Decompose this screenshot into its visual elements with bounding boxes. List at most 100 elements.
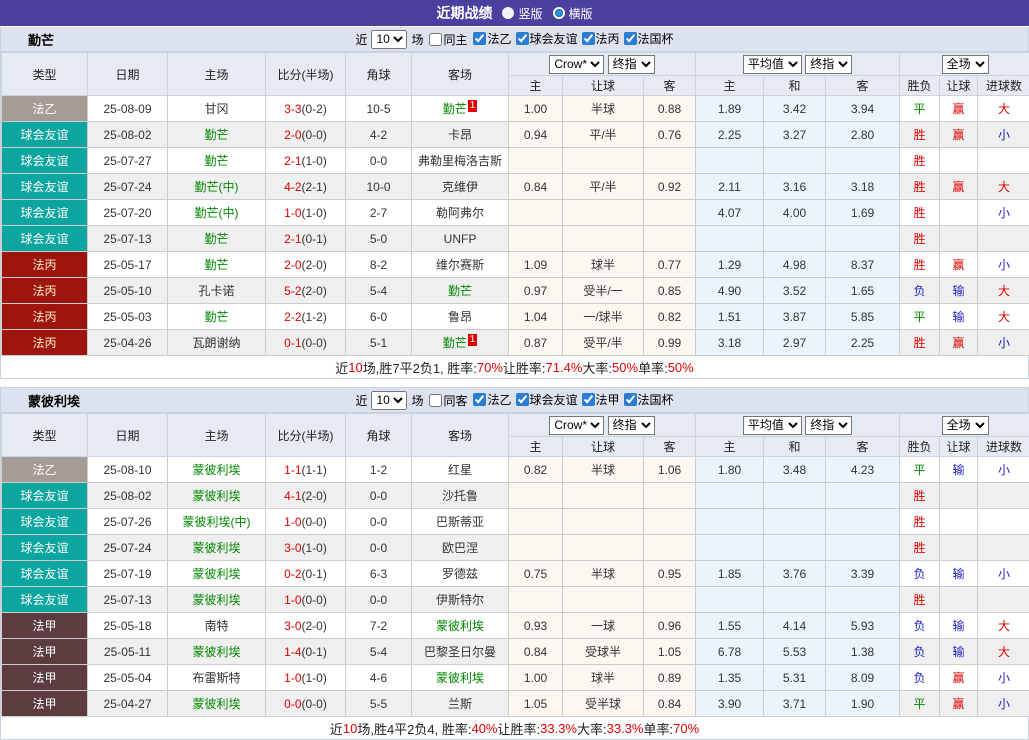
home-team-cell[interactable]: 蒙彼利埃: [168, 535, 266, 561]
league-filter[interactable]: 法甲: [578, 391, 620, 408]
league-filter[interactable]: 法国杯: [620, 391, 674, 408]
home-team-cell[interactable]: 勤芒: [168, 148, 266, 174]
away-team-cell[interactable]: 勤芒1: [412, 96, 509, 122]
home-team-cell[interactable]: 蒙彼利埃: [168, 691, 266, 717]
home-team-cell[interactable]: 布雷斯特: [168, 665, 266, 691]
league-filter[interactable]: 球会友谊: [512, 30, 578, 47]
away-team-cell[interactable]: 巴黎圣日尔曼: [412, 639, 509, 665]
away-team-cell[interactable]: 卡昂: [412, 122, 509, 148]
home-team-cell[interactable]: 孔卡诺: [168, 278, 266, 304]
away-team-cell[interactable]: 蒙彼利埃: [412, 613, 509, 639]
home-team-cell[interactable]: 勤芒: [168, 122, 266, 148]
home-team-cell[interactable]: 蒙彼利埃: [168, 561, 266, 587]
score-cell[interactable]: 0-1(0-0): [266, 330, 346, 356]
home-team-cell[interactable]: 勤芒(中): [168, 174, 266, 200]
away-team-cell[interactable]: 红星: [412, 457, 509, 483]
league-filter[interactable]: 法乙: [469, 391, 511, 408]
odds-source-select[interactable]: Crow*: [549, 416, 604, 435]
league-checkbox[interactable]: [473, 32, 486, 45]
league-filter[interactable]: 法乙: [469, 30, 511, 47]
score-cell[interactable]: 3-3(0-2): [266, 96, 346, 122]
score-cell[interactable]: 1-1(1-1): [266, 457, 346, 483]
away-team-cell[interactable]: 勒阿弗尔: [412, 200, 509, 226]
away-team-cell[interactable]: 欧巴涅: [412, 535, 509, 561]
home-team-cell[interactable]: 勤芒: [168, 252, 266, 278]
home-team-cell[interactable]: 勤芒(中): [168, 200, 266, 226]
score-cell[interactable]: 1-4(0-1): [266, 639, 346, 665]
home-team-cell[interactable]: 蒙彼利埃: [168, 639, 266, 665]
layout-option-horizontal[interactable]: 横版: [553, 5, 593, 22]
away-team-cell[interactable]: 弗勒里梅洛吉斯: [412, 148, 509, 174]
same-venue-checkbox[interactable]: [429, 33, 442, 46]
same-venue-filter[interactable]: 同客: [425, 392, 467, 409]
away-team-cell[interactable]: 罗德兹: [412, 561, 509, 587]
away-team-cell[interactable]: 伊斯特尔: [412, 587, 509, 613]
odds-source-select[interactable]: Crow*: [549, 55, 604, 74]
avg-source-select[interactable]: 平均值: [743, 55, 802, 74]
away-team-cell[interactable]: 维尔赛斯: [412, 252, 509, 278]
away-team-cell[interactable]: 沙托鲁: [412, 483, 509, 509]
league-checkbox[interactable]: [582, 32, 595, 45]
goals-result-cell: 小: [978, 691, 1029, 717]
score-cell[interactable]: 0-2(0-1): [266, 561, 346, 587]
odds-stage-select[interactable]: 终指: [608, 55, 655, 74]
score-cell[interactable]: 2-0(2-0): [266, 252, 346, 278]
score-cell[interactable]: 2-2(1-2): [266, 304, 346, 330]
same-venue-checkbox[interactable]: [429, 394, 442, 407]
avg-stage-select[interactable]: 终指: [805, 55, 852, 74]
avg-home-cell: 2.25: [696, 122, 764, 148]
score-cell[interactable]: 3-0(1-0): [266, 535, 346, 561]
score-cell[interactable]: 4-2(2-1): [266, 174, 346, 200]
score-cell[interactable]: 0-0(0-0): [266, 691, 346, 717]
home-team-cell[interactable]: 南特: [168, 613, 266, 639]
league-filter[interactable]: 法丙: [578, 30, 620, 47]
score-cell[interactable]: 4-1(2-0): [266, 483, 346, 509]
league-checkbox[interactable]: [624, 393, 637, 406]
radio-vertical-icon[interactable]: [502, 7, 514, 19]
home-team-cell[interactable]: 瓦朗谢纳: [168, 330, 266, 356]
score-cell[interactable]: 2-1(1-0): [266, 148, 346, 174]
away-team-cell[interactable]: UNFP: [412, 226, 509, 252]
matches-count-select[interactable]: 10: [371, 391, 407, 410]
same-venue-filter[interactable]: 同主: [425, 31, 467, 48]
home-team-cell[interactable]: 蒙彼利埃: [168, 587, 266, 613]
avg-source-select[interactable]: 平均值: [743, 416, 802, 435]
league-checkbox[interactable]: [582, 393, 595, 406]
score-cell[interactable]: 1-0(0-0): [266, 509, 346, 535]
league-checkbox[interactable]: [516, 32, 529, 45]
score-cell[interactable]: 2-0(0-0): [266, 122, 346, 148]
away-team-cell[interactable]: 蒙彼利埃: [412, 665, 509, 691]
away-team-cell[interactable]: 勤芒: [412, 278, 509, 304]
score-cell[interactable]: 1-0(1-0): [266, 200, 346, 226]
home-team-cell[interactable]: 勤芒: [168, 226, 266, 252]
score-cell[interactable]: 1-0(0-0): [266, 587, 346, 613]
matches-count-select[interactable]: 10: [371, 30, 407, 49]
odds-stage-select[interactable]: 终指: [608, 416, 655, 435]
score-cell[interactable]: 1-0(1-0): [266, 665, 346, 691]
away-team-cell[interactable]: 兰斯: [412, 691, 509, 717]
away-team-cell[interactable]: 克维伊: [412, 174, 509, 200]
score-cell[interactable]: 3-0(2-0): [266, 613, 346, 639]
score-cell[interactable]: 2-1(0-1): [266, 226, 346, 252]
home-team-cell[interactable]: 甘冈: [168, 96, 266, 122]
scope-select[interactable]: 全场: [942, 416, 989, 435]
league-filter[interactable]: 球会友谊: [512, 391, 578, 408]
league-checkbox[interactable]: [516, 393, 529, 406]
score-cell[interactable]: 5-2(2-0): [266, 278, 346, 304]
league-checkbox[interactable]: [624, 32, 637, 45]
home-team-cell[interactable]: 蒙彼利埃: [168, 483, 266, 509]
radio-horizontal-icon[interactable]: [553, 7, 565, 19]
league-checkbox[interactable]: [473, 393, 486, 406]
away-team-cell[interactable]: 鲁昂: [412, 304, 509, 330]
away-team-cell[interactable]: 勤芒1: [412, 330, 509, 356]
handicap-result-cell-value: 输: [953, 284, 965, 298]
league-filter[interactable]: 法国杯: [620, 30, 674, 47]
avg-stage-select[interactable]: 终指: [805, 416, 852, 435]
scope-select[interactable]: 全场: [942, 55, 989, 74]
home-team-cell[interactable]: 蒙彼利埃(中): [168, 509, 266, 535]
home-team-cell[interactable]: 蒙彼利埃: [168, 457, 266, 483]
away-team-cell[interactable]: 巴斯蒂亚: [412, 509, 509, 535]
summary-segment: 33.3%: [540, 721, 577, 736]
home-team-cell[interactable]: 勤芒: [168, 304, 266, 330]
layout-option-vertical[interactable]: 竖版: [502, 5, 542, 22]
